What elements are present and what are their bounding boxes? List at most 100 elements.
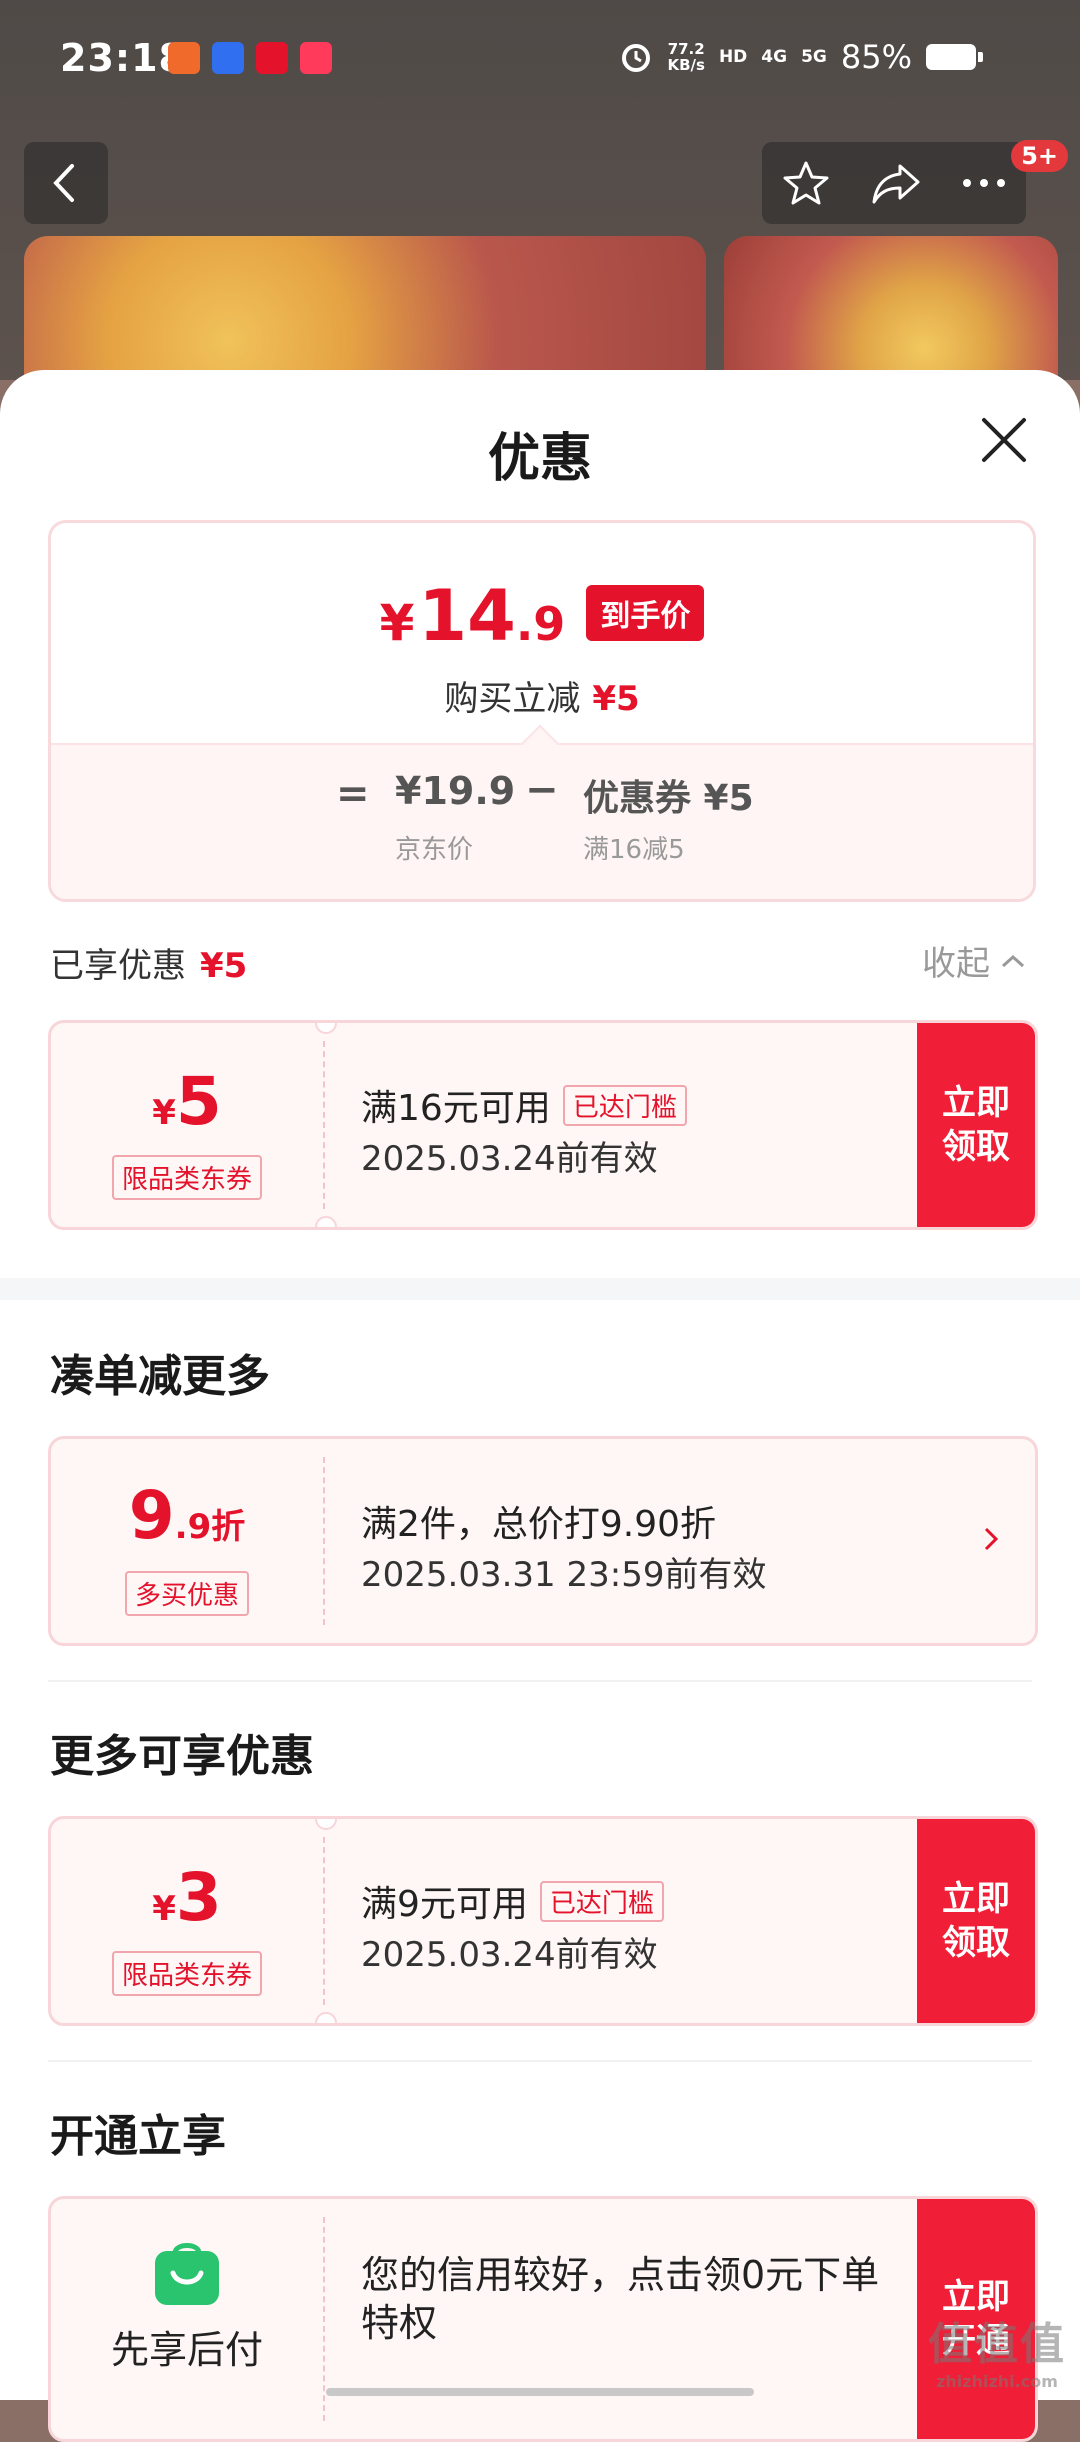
product-image [24, 236, 706, 386]
coupon-value: ¥5 限品类东券 [51, 1023, 323, 1227]
coupon-divider [323, 2217, 325, 2421]
coupon-divider [323, 1457, 325, 1625]
claim-coupon-button[interactable]: 立即 领取 [917, 1023, 1035, 1227]
minus-sign: − [525, 767, 559, 813]
claim-button-line2: 领取 [942, 1923, 1010, 1963]
threshold-met-tag: 已达门槛 [539, 1880, 664, 1922]
battery-icon [926, 44, 983, 70]
net-speed: 77.2 KB/s [667, 41, 704, 73]
collapse-toggle[interactable]: 收起 [922, 936, 1026, 985]
back-button[interactable] [24, 142, 108, 224]
status-indicators: 77.2 KB/s HD 4G 5G 85% [619, 38, 983, 76]
status-bar: 23:18 77.2 KB/s HD 4G 5G 85% [0, 30, 1080, 96]
coupon-expiry: 2025.03.24前有效 [361, 1935, 658, 1975]
home-indicator[interactable] [326, 2388, 754, 2396]
coupon-value: ¥3 限品类东券 [51, 1819, 323, 2023]
threshold-met-tag: 已达门槛 [562, 1084, 687, 1126]
coupon-type: 限品类东券 [111, 1155, 263, 1200]
net-speed-unit: KB/s [667, 56, 705, 74]
section-separator [0, 1278, 1080, 1300]
coupon-deduction: 优惠券 ¥5 [583, 778, 754, 819]
jd-price: ¥19.9 [395, 769, 516, 813]
favorite-star-icon[interactable] [781, 158, 831, 208]
divider-line [48, 2060, 1032, 2062]
equals-sign: = [336, 771, 370, 817]
claim-button-line2: 领取 [942, 1127, 1010, 1167]
price-breakdown-card: ¥ 14 .9 到手价 购买立减 ¥5 = ¥19.9 京东价 − 优惠券 ¥5 … [48, 520, 1036, 902]
discount-decimal: .9 [174, 1507, 212, 1547]
top-action-bar [762, 142, 1026, 224]
coupon-amount: 5 [175, 1063, 222, 1140]
pay-later-card: 先享后付 您的信用较好，点击领0元下单特权 立即 开通 [48, 2196, 1038, 2442]
instant-discount: 购买立减 ¥5 [51, 671, 1033, 720]
instant-discount-label: 购买立减 [444, 679, 581, 719]
section-title-more: 更多可享优惠 [50, 1731, 314, 1782]
coupon-condition: 满9元可用 已达门槛 [361, 1875, 664, 1927]
net-speed-value: 77.2 [667, 40, 705, 58]
coupon-condition-text: 满9元可用 [361, 1884, 528, 1925]
pay-later-description: 您的信用较好，点击领0元下单特权 [361, 2253, 880, 2345]
claim-button-line1: 立即 [942, 1879, 1010, 1919]
chevron-right-icon [984, 1527, 999, 1551]
chevron-up-icon [1001, 954, 1025, 967]
coupon-expiry: 2025.03.24前有效 [361, 1139, 658, 1179]
sheet-title: 优惠 [487, 429, 592, 489]
coupon-rule: 满16减5 [583, 835, 685, 865]
discount-value: 9.9折 多买优惠 [51, 1439, 323, 1643]
coupon-notch [315, 2012, 337, 2023]
coupon-notch [315, 1216, 337, 1227]
section-title-activate: 开通立享 [50, 2111, 226, 2162]
coupon-card: ¥5 限品类东券 满16元可用 已达门槛 2025.03.24前有效 立即 领取 [48, 1020, 1038, 1230]
claim-coupon-button[interactable]: 立即 领取 [917, 1819, 1035, 2023]
pay-later-brand: 先享后付 [51, 2199, 323, 2439]
divider-line [48, 1680, 1032, 1682]
watermark-url: zhizhizhi.com [936, 2372, 1058, 2391]
watermark: 值值值 zhizhizhi.com [928, 2308, 1066, 2391]
app-notification-icon [168, 42, 200, 74]
coupon-currency: ¥ [152, 1889, 176, 1929]
chevron-left-icon [53, 164, 74, 202]
final-price: ¥ 14 .9 到手价 [51, 575, 1033, 657]
battery-percent: 85% [840, 38, 912, 76]
discount-condition-text: 满2件，总价打9.90折 [361, 1504, 717, 1545]
enjoyed-discount: 已享优惠 ¥5 [50, 938, 247, 987]
discount-type: 多买优惠 [124, 1571, 250, 1616]
coupon-amount: 3 [175, 1859, 222, 1936]
price-currency: ¥ [379, 594, 415, 652]
message-badge: 5+ [1011, 140, 1068, 172]
close-icon[interactable] [978, 414, 1030, 466]
price-integer: 14 [418, 575, 516, 657]
pay-later-label: 先享后付 [110, 2328, 263, 2372]
share-icon[interactable] [870, 160, 922, 206]
enjoyed-discount-amount: ¥5 [200, 946, 248, 986]
discount-unit: 折 [211, 1507, 246, 1547]
coupon-divider [323, 1041, 325, 1209]
coupon-condition-text: 满16元可用 [361, 1088, 551, 1129]
alarm-icon [622, 44, 651, 72]
collapse-label: 收起 [922, 944, 990, 984]
more-icon[interactable] [961, 177, 1007, 189]
signal-4g-icon: 4G [761, 47, 788, 67]
baidu-notification-icon [212, 42, 244, 74]
coupon-currency: ¥ [152, 1093, 176, 1133]
coupon-divider [323, 1837, 325, 2005]
claim-button-line1: 立即 [942, 1083, 1010, 1123]
multibuy-discount-card[interactable]: 9.9折 多买优惠 满2件，总价打9.90折 2025.03.31 23:59前… [48, 1436, 1038, 1646]
discount-condition: 满2件，总价打9.90折 [361, 1495, 716, 1547]
instant-discount-amount: ¥5 [592, 679, 640, 719]
shopping-bag-icon [155, 2243, 219, 2305]
discount-expiry: 2025.03.31 23:59前有效 [361, 1555, 767, 1595]
final-price-tag: 到手价 [586, 585, 705, 641]
product-image-secondary [724, 236, 1058, 386]
discount-sheet: 优惠 ¥ 14 .9 到手价 购买立减 ¥5 = ¥19.9 京东价 − 优惠券 … [0, 370, 1080, 2442]
coupon-type: 限品类东券 [111, 1951, 263, 1996]
coupon-condition: 满16元可用 已达门槛 [361, 1079, 687, 1131]
taobao-notification-icon [300, 42, 332, 74]
notification-icons [168, 42, 332, 74]
price-decimal: .9 [515, 597, 566, 651]
coupon-card: ¥3 限品类东券 满9元可用 已达门槛 2025.03.24前有效 立即 领取 [48, 1816, 1038, 2026]
section-title-bundle: 凑单减更多 [50, 1351, 270, 1402]
hd-indicator: HD [718, 47, 748, 67]
jd-price-label: 京东价 [395, 835, 474, 865]
watermark-logo: 值值值 [928, 2319, 1066, 2370]
